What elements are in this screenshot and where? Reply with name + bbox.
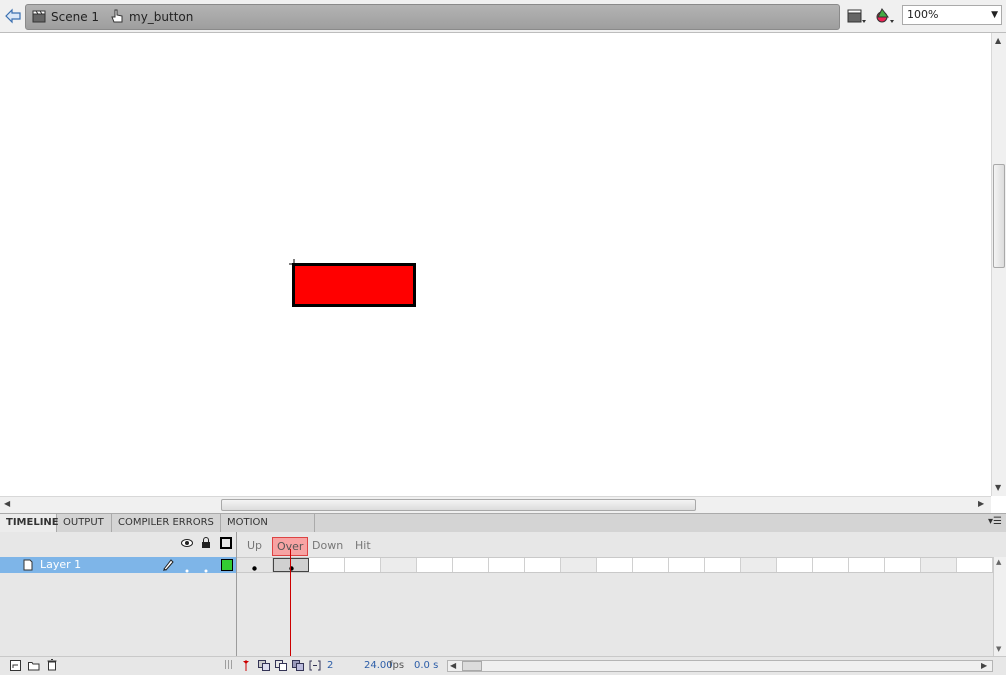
scroll-up-icon[interactable]: ▲: [995, 36, 1001, 45]
outline-icon[interactable]: [220, 537, 232, 552]
red-rectangle-shape[interactable]: [292, 263, 416, 307]
frame-cell[interactable]: [417, 558, 453, 572]
frame-label-hit[interactable]: Hit: [355, 537, 371, 554]
layer-icon: [23, 559, 33, 574]
new-folder-icon[interactable]: [28, 660, 40, 674]
frame-label-down[interactable]: Down: [312, 537, 343, 554]
eye-icon[interactable]: [181, 538, 193, 551]
scroll-left-icon[interactable]: ◀: [450, 661, 456, 670]
stage[interactable]: [0, 33, 991, 496]
keyframe-dot-icon: [252, 566, 257, 571]
frame-cell[interactable]: [957, 558, 993, 572]
back-arrow-icon[interactable]: [3, 7, 23, 25]
trash-icon[interactable]: [47, 659, 57, 674]
lock-icon[interactable]: [201, 537, 211, 552]
breadcrumb-scene[interactable]: Scene 1: [32, 9, 99, 25]
frame-hit[interactable]: [345, 558, 381, 572]
breadcrumb: Scene 1 my_button: [25, 4, 840, 30]
frame-cell[interactable]: [597, 558, 633, 572]
scroll-left-icon[interactable]: ◀: [4, 499, 10, 508]
layer-name[interactable]: Layer 1: [40, 558, 81, 571]
timeline-panel: Up Over Down Hit Layer 1 ▲ ▼ ||| 2 24.00…: [0, 532, 1006, 675]
stage-horizontal-scrollbar[interactable]: ◀ ▶: [0, 496, 991, 513]
symbol-label: my_button: [129, 10, 194, 24]
frame-cell[interactable]: [633, 558, 669, 572]
frame-up[interactable]: [237, 558, 273, 572]
tab-motion-editor[interactable]: MOTION EDITOR: [221, 514, 315, 546]
zoom-select[interactable]: 100% ▼: [902, 5, 1002, 25]
frame-cell[interactable]: [921, 558, 957, 572]
frame-cell[interactable]: [813, 558, 849, 572]
scroll-down-icon[interactable]: ▼: [995, 483, 1001, 492]
timeline-horizontal-scrollbar[interactable]: ◀ ▶: [447, 660, 993, 672]
button-symbol-icon: [110, 9, 124, 26]
registration-point-icon: [289, 259, 299, 269]
tab-compiler-errors[interactable]: COMPILER ERRORS: [112, 514, 221, 532]
timeline-vertical-scrollbar[interactable]: ▲ ▼: [993, 557, 1006, 656]
outline-color-swatch[interactable]: [221, 559, 233, 574]
layer-header: [0, 532, 236, 556]
timeline-status-bar: ||| 2 24.00 fps 0.0 s ◀ ▶: [0, 656, 1006, 675]
scroll-up-icon[interactable]: ▲: [996, 558, 1001, 566]
timeline-scroll-thumb[interactable]: [462, 661, 482, 671]
layer-divider[interactable]: [236, 532, 237, 656]
frames-row[interactable]: [237, 557, 993, 573]
frame-cell[interactable]: [669, 558, 705, 572]
frame-cell[interactable]: [453, 558, 489, 572]
breadcrumb-symbol[interactable]: my_button: [110, 9, 193, 25]
frame-cell[interactable]: [705, 558, 741, 572]
onion-skin-icon[interactable]: [258, 660, 270, 674]
visibility-dot-icon[interactable]: [185, 563, 189, 576]
frame-cell[interactable]: [525, 558, 561, 572]
panel-menu-icon[interactable]: ▾☰: [988, 516, 1002, 527]
center-frame-icon[interactable]: [242, 660, 250, 674]
edit-scene-icon[interactable]: [874, 7, 896, 25]
tab-output[interactable]: OUTPUT: [57, 514, 112, 532]
frame-cell[interactable]: [849, 558, 885, 572]
frame-over[interactable]: [273, 558, 309, 572]
vertical-scroll-thumb[interactable]: [993, 164, 1005, 268]
pencil-icon: [162, 558, 174, 574]
playhead[interactable]: [290, 549, 291, 656]
frame-cell[interactable]: [741, 558, 777, 572]
horizontal-scroll-thumb[interactable]: [221, 499, 696, 511]
frame-label-header: Up Over Down Hit: [237, 532, 994, 556]
scroll-down-icon[interactable]: ▼: [996, 645, 1001, 653]
panel-tab-bar: TIMELINE OUTPUT COMPILER ERRORS MOTION E…: [0, 513, 1006, 546]
stage-vertical-scrollbar[interactable]: ▲ ▼: [991, 33, 1006, 496]
lock-dot-icon[interactable]: [204, 563, 208, 576]
frame-cell[interactable]: [561, 558, 597, 572]
scroll-right-icon[interactable]: ▶: [978, 499, 984, 508]
frame-cell[interactable]: [381, 558, 417, 572]
frame-cell[interactable]: [489, 558, 525, 572]
clapper-icon: [32, 9, 46, 26]
edit-symbols-icon[interactable]: [846, 7, 868, 25]
frame-cell[interactable]: [777, 558, 813, 572]
elapsed-time[interactable]: 0.0 s: [414, 660, 438, 671]
frame-label-up[interactable]: Up: [247, 537, 262, 554]
layer-row[interactable]: Layer 1: [0, 557, 236, 573]
zoom-value: 100%: [907, 8, 939, 21]
edit-bar: Scene 1 my_button 100% ▼: [0, 0, 1006, 33]
scroll-right-icon[interactable]: ▶: [981, 661, 987, 670]
scene-label: Scene 1: [51, 10, 100, 24]
frame-rate-unit: fps: [389, 660, 405, 671]
edit-multiple-frames-icon[interactable]: [292, 660, 304, 674]
chevron-down-icon: ▼: [991, 10, 998, 20]
frame-down[interactable]: [309, 558, 345, 572]
new-layer-icon[interactable]: [10, 660, 21, 674]
current-frame[interactable]: 2: [327, 660, 333, 671]
frame-cell[interactable]: [885, 558, 921, 572]
modify-onion-markers-icon[interactable]: [309, 660, 321, 674]
splitter-grip-icon[interactable]: |||: [224, 660, 233, 670]
onion-skin-outlines-icon[interactable]: [275, 660, 287, 674]
tab-timeline[interactable]: TIMELINE: [0, 514, 59, 532]
